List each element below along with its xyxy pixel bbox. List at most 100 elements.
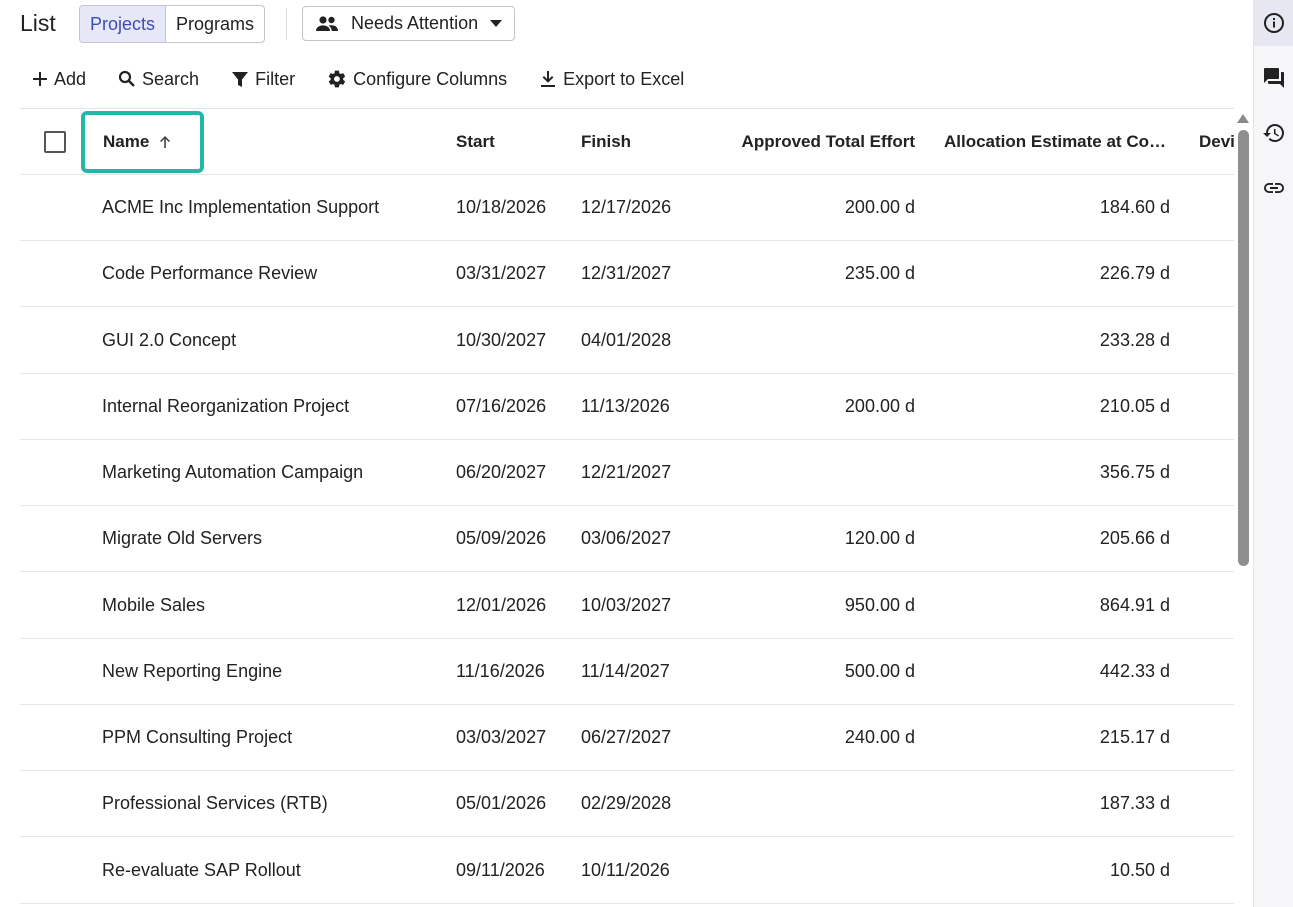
page-title: List [20,10,56,36]
column-header-name[interactable]: Name [81,111,204,173]
filter-button[interactable]: Filter [231,69,295,90]
column-header-allocation[interactable]: Allocation Estimate at Co… [944,109,1170,174]
add-button[interactable]: Add [32,69,86,90]
project-grid: Name Start Finish Approved Total Effort … [20,108,1234,907]
cell-effort: 500.00 d [844,661,915,681]
rail-comments-button[interactable] [1254,55,1293,101]
view-select-label: Needs Attention [351,13,479,33]
toolbar: Add Search Filter Configure Columns Expo… [20,60,716,98]
column-header-finish[interactable]: Finish [581,109,701,174]
cell-start: 05/01/2026 [456,793,547,813]
search-icon [118,70,135,87]
gear-icon [328,70,346,88]
cell-name[interactable]: GUI 2.0 Concept [102,307,442,373]
rail-link-button[interactable] [1254,165,1293,211]
vertical-scrollbar[interactable] [1238,130,1249,566]
cell-allocation: 210.05 d [1099,396,1170,416]
export-excel-label: Export to Excel [563,68,685,89]
cell-effort [720,771,915,836]
table-row[interactable]: GUI 2.0 Concept 10/30/2027 04/01/2028 23… [20,307,1234,374]
cell-effort: 235.00 d [844,263,915,283]
cell-finish: 10/03/2027 [581,594,672,615]
filter-icon [232,72,249,87]
cell-effort: 120.00 d [844,528,915,548]
cell-effort [720,440,915,505]
cell-allocation: 184.60 d [1099,197,1170,217]
cell-start: 05/09/2026 [456,528,547,548]
column-header-deviation[interactable]: Devi [1199,109,1234,174]
cell-finish: 06/27/2027 [581,727,672,747]
cell-finish: 11/14/2027 [581,661,670,681]
cell-effort [720,307,915,373]
table-row[interactable]: ACME Inc Implementation Support 10/18/20… [20,175,1234,241]
cell-name[interactable]: PPM Consulting Project [102,705,442,770]
table-row[interactable]: PPM Consulting Project 03/03/2027 06/27/… [20,705,1234,771]
cell-finish: 03/06/2027 [581,528,672,548]
cell-name[interactable]: Migrate Old Servers [102,506,442,571]
cell-finish: 11/13/2026 [581,396,670,416]
caret-down-icon [490,19,503,28]
project-type-switch: Projects Programs [79,5,266,43]
cell-finish: 12/17/2026 [581,197,672,217]
cell-start: 09/11/2026 [456,859,545,880]
search-label: Search [142,68,200,89]
cell-name[interactable]: Re-evaluate SAP Rollout [102,837,442,903]
cell-effort [720,837,915,903]
cell-finish: 12/31/2027 [581,263,672,283]
plus-icon [33,72,47,86]
filter-label: Filter [255,68,296,89]
cell-start: 03/31/2027 [456,263,547,283]
column-header-effort[interactable]: Approved Total Effort [720,109,915,174]
cell-name[interactable]: Mobile Sales [102,572,442,638]
cell-allocation: 205.66 d [1099,528,1170,548]
cell-name[interactable]: Marketing Automation Campaign [102,440,442,505]
cell-allocation: 10.50 d [1109,859,1170,880]
scroll-up-arrow[interactable] [1237,114,1249,123]
cell-allocation: 356.75 d [1099,462,1170,482]
column-header-start[interactable]: Start [456,109,566,174]
cell-name[interactable]: ACME Inc Implementation Support [102,175,442,240]
grid-header: Name Start Finish Approved Total Effort … [20,109,1234,175]
table-row[interactable]: Marketing Automation Campaign 06/20/2027… [20,440,1234,506]
cell-allocation: 442.33 d [1099,661,1170,681]
table-row[interactable]: Code Performance Review 03/31/2027 12/31… [20,241,1234,307]
header-divider [286,8,287,40]
cell-start: 12/01/2026 [456,594,547,615]
cell-allocation: 226.79 d [1099,263,1170,283]
cell-name[interactable]: New Reporting Engine [102,639,442,704]
rail-history-button[interactable] [1254,110,1293,156]
cell-start: 10/30/2027 [456,329,547,350]
people-icon [315,15,339,33]
tab-programs[interactable]: Programs [166,6,264,42]
table-row[interactable]: Migrate Old Servers 05/09/2026 03/06/202… [20,506,1234,572]
table-row[interactable]: Internal Reorganization Project 07/16/20… [20,374,1234,440]
cell-effort: 200.00 d [844,396,915,416]
cell-allocation: 187.33 d [1099,793,1170,813]
select-all-checkbox[interactable] [44,130,66,153]
cell-finish: 12/21/2027 [581,462,672,482]
table-row[interactable]: New Reporting Engine 11/16/2026 11/14/20… [20,639,1234,705]
cell-name[interactable]: Professional Services (RTB) [102,771,442,836]
configure-columns-button[interactable]: Configure Columns [327,69,507,90]
download-icon [541,71,556,87]
cell-start: 06/20/2027 [456,462,547,482]
rail-info-button[interactable] [1254,0,1293,46]
cell-start: 11/16/2026 [456,661,545,681]
right-rail [1253,0,1293,907]
cell-name[interactable]: Internal Reorganization Project [102,374,442,439]
cell-allocation: 233.28 d [1099,329,1170,350]
table-row[interactable]: Re-evaluate SAP Rollout 09/11/2026 10/11… [20,837,1234,904]
table-row[interactable]: Professional Services (RTB) 05/01/2026 0… [20,771,1234,837]
export-excel-button[interactable]: Export to Excel [539,69,684,90]
tab-projects[interactable]: Projects [80,6,167,42]
view-select[interactable]: Needs Attention [302,6,515,41]
history-icon [1263,124,1284,142]
cell-name[interactable]: Code Performance Review [102,241,442,306]
cell-allocation: 864.91 d [1099,594,1170,615]
table-row[interactable]: Mobile Sales 12/01/2026 10/03/2027 950.0… [20,572,1234,639]
search-button[interactable]: Search [118,69,199,90]
cell-effort: 200.00 d [844,197,915,217]
cell-finish: 04/01/2028 [581,329,672,350]
cell-start: 07/16/2026 [456,396,547,416]
select-all-cell [44,109,68,174]
